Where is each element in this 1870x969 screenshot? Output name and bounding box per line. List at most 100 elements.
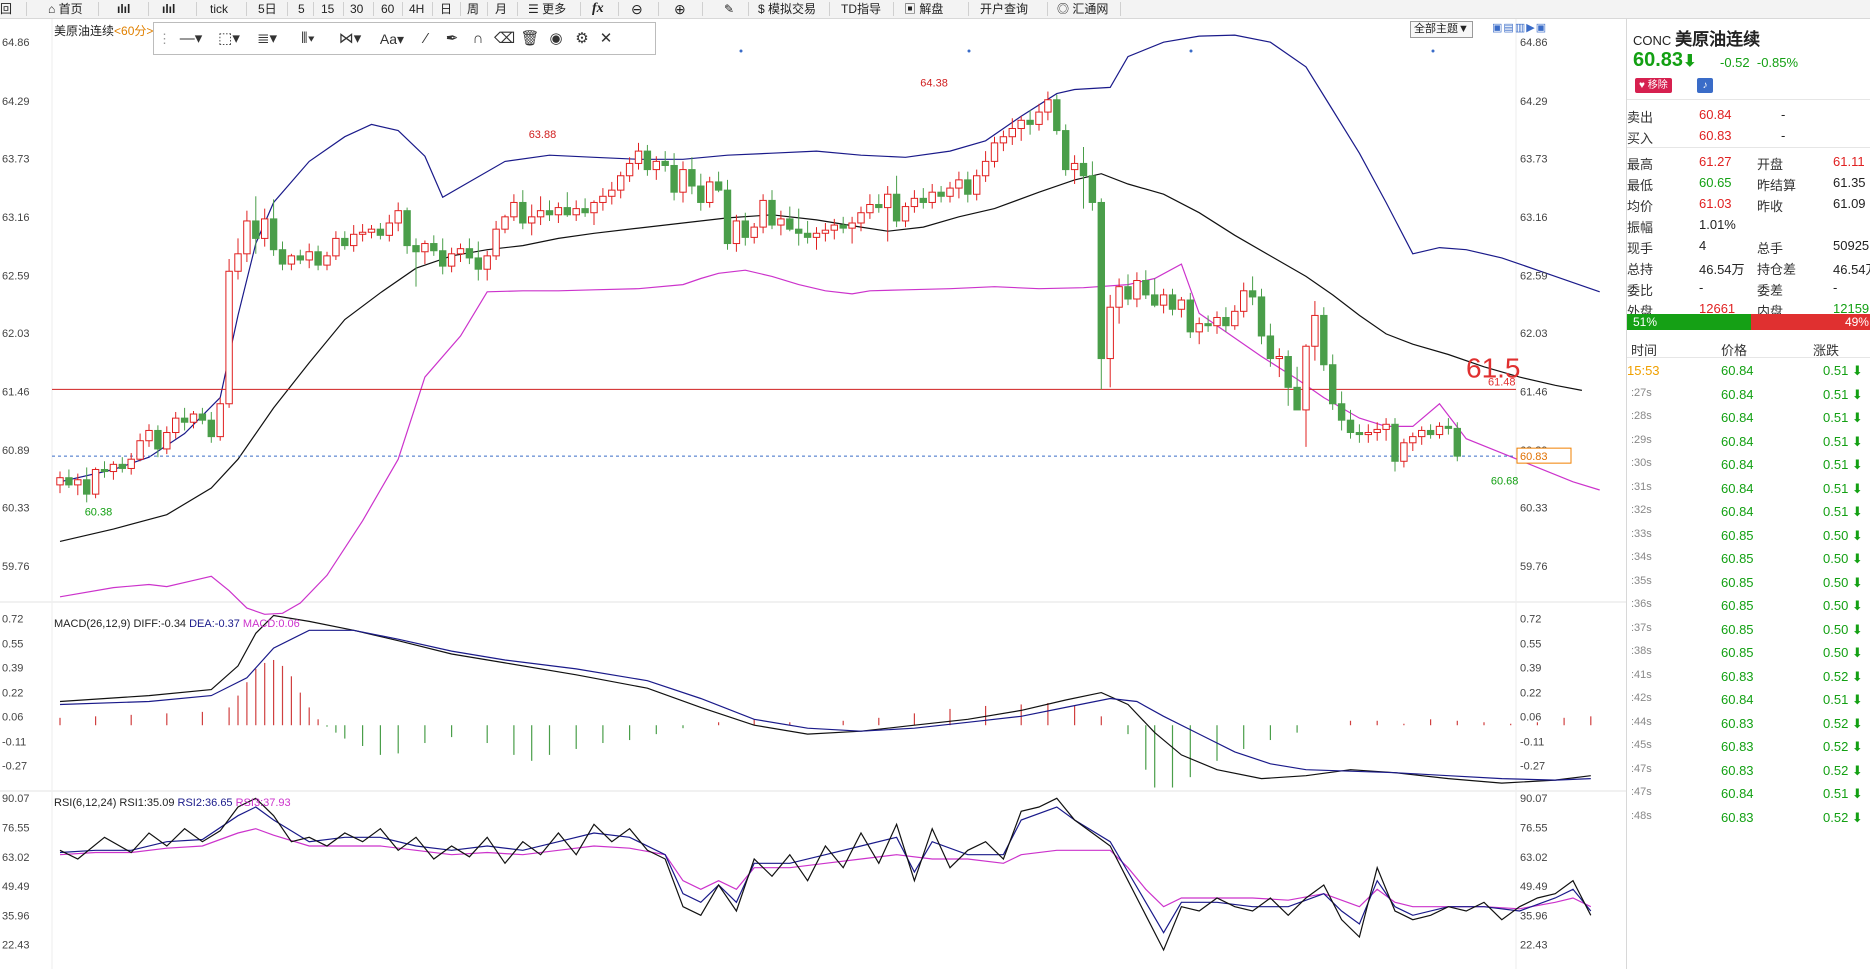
candle-body xyxy=(1373,428,1381,434)
candle-body xyxy=(269,218,278,251)
fx678-icon: ◎ xyxy=(1057,2,1070,16)
sim-trade-button[interactable]: $ 模拟交易 xyxy=(758,0,816,18)
layout-icon[interactable]: ▤ xyxy=(1503,22,1514,34)
channel-tool-icon[interactable]: ⦀▾ xyxy=(290,29,326,49)
trash-icon[interactable]: 🗑 xyxy=(520,29,540,49)
candle-body xyxy=(545,210,554,216)
tick-price: 60.83 xyxy=(1721,809,1754,825)
tick-price: 60.84 xyxy=(1721,480,1754,496)
line-tool-icon[interactable]: —▾ xyxy=(174,29,208,49)
candle-body xyxy=(706,181,714,203)
divider xyxy=(1047,2,1048,16)
candle-body xyxy=(1195,323,1203,333)
price-tick-label-left: 60.89 xyxy=(2,445,30,457)
pattern-tool-icon[interactable]: ⋈▾ xyxy=(332,29,368,49)
tick-button[interactable]: tick xyxy=(210,0,228,18)
zoom-out-button[interactable]: ⊖ xyxy=(631,0,643,18)
home-button[interactable]: ⌂ 首页 xyxy=(48,0,83,18)
text-tool-icon[interactable]: Aa▾ xyxy=(374,29,410,49)
stat-label: 总手 xyxy=(1757,241,1784,256)
sell-price: 60.84 xyxy=(1699,107,1732,122)
gear-icon[interactable]: ⚙ xyxy=(572,29,592,49)
stat-value: 61.27 xyxy=(1699,154,1732,169)
5min-button[interactable]: 5 xyxy=(298,0,305,18)
candle-body xyxy=(1079,162,1088,177)
function-button[interactable]: fx xyxy=(592,0,604,18)
candle-body xyxy=(1364,432,1372,436)
30min-button[interactable]: 30 xyxy=(350,0,363,18)
tick-time: :38s xyxy=(1631,645,1652,657)
layout-icon[interactable]: ▣ xyxy=(1536,22,1547,34)
fx678-label: 汇通网 xyxy=(1072,2,1109,16)
pen-icon[interactable]: ✒ xyxy=(442,29,462,49)
candle-body xyxy=(1382,423,1390,430)
5day-button[interactable]: 5日 xyxy=(258,0,277,18)
candle-body xyxy=(1186,299,1194,333)
candle-body xyxy=(1453,427,1461,457)
divider xyxy=(373,2,374,16)
high-annotation: 63.88 xyxy=(529,129,557,141)
drag-handle-icon[interactable]: ⋮ xyxy=(158,29,171,49)
list-icon: ☰ xyxy=(528,2,539,16)
candle-body xyxy=(1311,314,1319,347)
remove-watch-button[interactable]: ♥ 移除 xyxy=(1635,78,1672,93)
candle-body xyxy=(1346,419,1355,434)
tick-change: 0.51 ⬇ xyxy=(1823,457,1863,472)
layout-icon[interactable]: ▥ xyxy=(1515,22,1526,34)
month-button[interactable]: 月 xyxy=(495,0,507,18)
price-tick-label-left: 61.46 xyxy=(2,386,30,398)
4h-button[interactable]: 4H xyxy=(409,0,424,18)
layout-buttons[interactable]: ▣▤▥▶▣ xyxy=(1492,21,1547,34)
stat-value: - xyxy=(1833,280,1838,295)
day-button[interactable]: 日 xyxy=(440,0,452,18)
magnet-icon[interactable]: ∩ xyxy=(468,29,488,49)
theme-dropdown[interactable]: 全部主题▼ xyxy=(1410,21,1473,38)
analysis-button[interactable]: ▣ 解盘 xyxy=(904,0,943,18)
60min-button[interactable]: 60 xyxy=(381,0,394,18)
15min-button[interactable]: 15 xyxy=(321,0,334,18)
close-icon[interactable]: ✕ xyxy=(596,29,616,49)
tick-change: 0.52 ⬇ xyxy=(1823,715,1863,731)
candle-body xyxy=(1231,310,1239,327)
candle-body xyxy=(501,216,509,230)
divider xyxy=(460,2,461,16)
stat-label: 昨收 xyxy=(1757,199,1784,214)
draw-button[interactable]: ✎ xyxy=(724,0,734,18)
divider xyxy=(196,2,197,16)
bar-chart-button[interactable]: ılıl xyxy=(117,0,130,18)
chart-area[interactable]: 64.86 64.86 64.29 64.29 63.73 63.73 63.16 63.16… xyxy=(0,19,1626,969)
candle-chart-button[interactable]: ılıl xyxy=(162,0,175,18)
eye-icon[interactable]: ◉ xyxy=(546,29,566,49)
rsi-tick-label-right: 49.49 xyxy=(1520,881,1548,893)
week-button[interactable]: 周 xyxy=(467,0,479,18)
rect-tool-icon[interactable]: ⬚▾ xyxy=(212,29,246,49)
layout-icon[interactable]: ▶ xyxy=(1526,22,1535,34)
account-query-button[interactable]: 开户查询 xyxy=(980,0,1028,18)
candle-body xyxy=(376,228,385,236)
tick-change: 0.51 ⬇ xyxy=(1823,433,1863,449)
candle-body xyxy=(1257,296,1266,337)
candle-body xyxy=(118,463,126,469)
layout-icon[interactable]: ▣ xyxy=(1492,22,1503,34)
tick-change: 0.52 ⬇ xyxy=(1823,809,1863,825)
price-tick-label-right: 62.59 xyxy=(1520,270,1548,282)
bell-icon[interactable]: ♪ xyxy=(1697,78,1713,93)
candle-body xyxy=(536,210,545,218)
current-price-label: 60.83 xyxy=(1520,451,1548,463)
candle-body xyxy=(305,251,313,261)
candle-body xyxy=(714,181,723,191)
back-button[interactable]: 回 xyxy=(0,0,12,18)
price-change: -0.52 -0.85% xyxy=(1720,55,1798,70)
macd-header: MACD(26,12,9) DIFF:-0.34 DEA:-0.37 MACD:… xyxy=(54,618,300,630)
tick-price: 60.85 xyxy=(1721,527,1754,543)
fx678-button[interactable]: ◎ 汇通网 xyxy=(1057,0,1108,18)
candle-body xyxy=(1070,162,1079,171)
eraser-icon[interactable]: ⌫ xyxy=(494,29,515,49)
fib-tool-icon[interactable]: ≣▾ xyxy=(250,29,284,49)
candle-body xyxy=(56,477,64,486)
more-button[interactable]: ☰ 更多 xyxy=(528,0,566,18)
zoom-in-button[interactable]: ⊕ xyxy=(674,0,686,18)
td-guide-button[interactable]: TD指导 xyxy=(841,0,881,18)
ruler-icon[interactable]: ⁄ xyxy=(416,29,436,49)
candle-body xyxy=(1062,130,1070,171)
